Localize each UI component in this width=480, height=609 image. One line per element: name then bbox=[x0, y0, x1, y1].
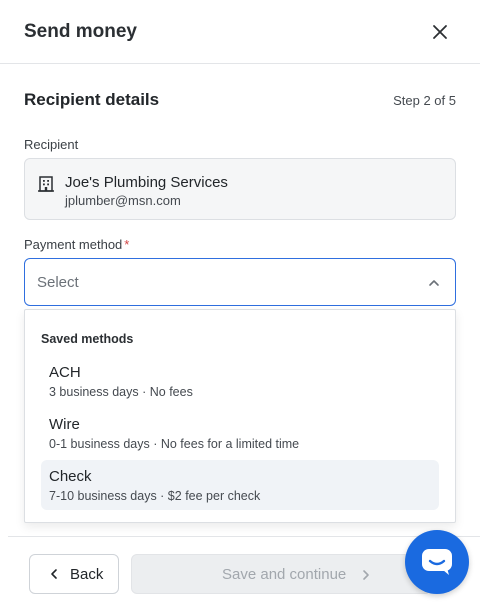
close-icon bbox=[433, 25, 447, 39]
save-and-continue-button[interactable]: Save and continue bbox=[131, 554, 431, 594]
option-title: Wire bbox=[49, 416, 80, 433]
recipient-name: Joe's Plumbing Services bbox=[65, 174, 228, 191]
chat-button[interactable] bbox=[405, 530, 469, 594]
option-ach[interactable]: ACH 3 business days · No fees bbox=[41, 358, 439, 408]
recipient-label: Recipient bbox=[24, 137, 79, 152]
chevron-up-icon bbox=[429, 280, 439, 286]
chat-icon bbox=[422, 549, 452, 575]
payment-method-label: Payment method * bbox=[24, 237, 129, 252]
section-title: Recipient details bbox=[24, 90, 160, 109]
modal-header: Send money bbox=[0, 0, 480, 64]
option-title: ACH bbox=[49, 364, 81, 381]
option-check[interactable]: Check 7-10 business days · $2 fee per ch… bbox=[41, 460, 439, 510]
recipient-card: Joe's Plumbing Services jplumber@msn.com bbox=[24, 158, 456, 220]
chevron-right-icon bbox=[363, 570, 369, 580]
chevron-left-icon bbox=[51, 569, 57, 579]
recipient-email: jplumber@msn.com bbox=[65, 193, 181, 208]
payment-method-dropdown: Saved methods ACH 3 business days · No f… bbox=[24, 309, 456, 523]
required-mark: * bbox=[124, 237, 130, 252]
option-description: 7-10 business days · $2 fee per check bbox=[49, 489, 261, 503]
save-and-continue-label: Save and continue bbox=[222, 566, 347, 583]
back-button-label: Back bbox=[70, 566, 104, 583]
option-wire[interactable]: Wire 0-1 business days · No fees for a l… bbox=[41, 410, 439, 460]
building-icon bbox=[38, 176, 54, 192]
modal-title: Send money bbox=[24, 21, 137, 42]
step-indicator: Step 2 of 5 bbox=[393, 93, 456, 108]
back-button[interactable]: Back bbox=[29, 554, 119, 594]
option-description: 0-1 business days · No fees for a limite… bbox=[49, 437, 300, 451]
select-placeholder: Select bbox=[37, 274, 79, 291]
option-title: Check bbox=[49, 468, 92, 485]
payment-method-label-text: Payment method bbox=[24, 237, 123, 252]
close-button[interactable] bbox=[428, 20, 452, 44]
payment-method-select[interactable]: Select bbox=[24, 258, 456, 306]
footer-divider bbox=[8, 536, 480, 537]
option-description: 3 business days · No fees bbox=[49, 385, 193, 399]
dropdown-group-label: Saved methods bbox=[41, 332, 134, 346]
